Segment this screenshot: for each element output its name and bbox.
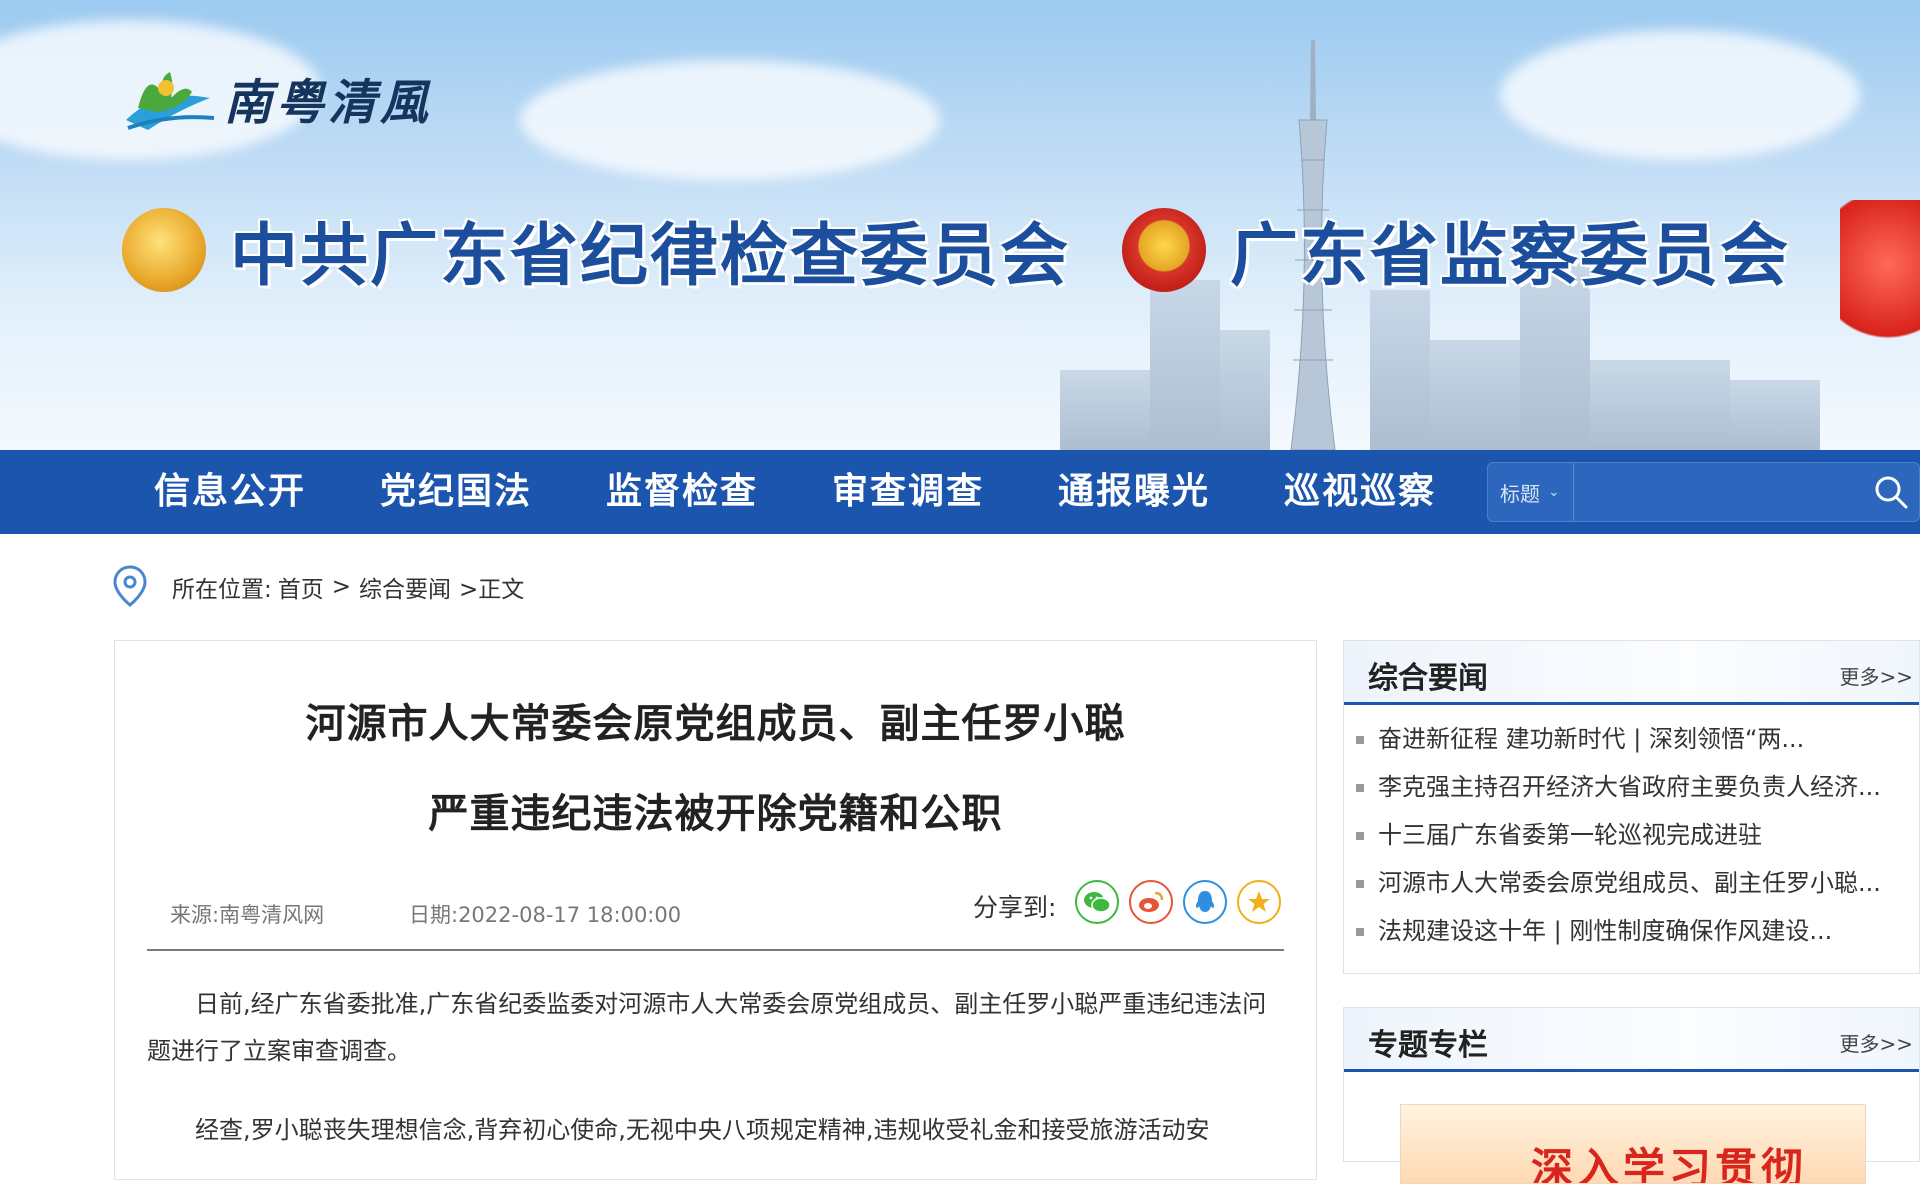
news-item-title: 十三届广东省委第一轮巡视完成进驻 — [1378, 821, 1762, 849]
news-item-title: 李克强主持召开经济大省政府主要负责人经济... — [1378, 773, 1881, 801]
bullet-icon — [1356, 784, 1364, 792]
news-item-title: 法规建设这十年 | 刚性制度确保作风建设... — [1378, 917, 1833, 945]
site-logo[interactable]: 南粤清風 — [118, 58, 432, 138]
bullet-icon — [1356, 928, 1364, 936]
article-title-line-1: 河源市人大常委会原党组成员、副主任罗小聪 — [305, 701, 1126, 747]
kapok-flower-decoration — [1840, 200, 1920, 360]
list-item[interactable]: 十三届广东省委第一轮巡视完成进驻 — [1344, 811, 1904, 859]
article-title-line-2: 严重违纪违法被开除党籍和公职 — [428, 791, 1003, 837]
bullet-icon — [1356, 736, 1364, 744]
panel-title: 专题专栏 — [1368, 1028, 1488, 1063]
qzone-icon — [1248, 891, 1270, 912]
panel-header: 综合要闻 更多>> — [1344, 641, 1919, 705]
article-date: 日期:2022-08-17 18:00:00 — [409, 903, 682, 927]
party-emblem-icon — [122, 207, 206, 292]
search-button[interactable] — [1863, 463, 1919, 521]
site-title-bar: 中共广东省纪律检查委员会 广东省监察委员会 — [122, 200, 1790, 299]
wechat-icon — [1084, 892, 1111, 913]
nav-item-info-disclosure[interactable]: 信息公开 — [154, 450, 306, 534]
bullet-icon — [1356, 880, 1364, 888]
more-link[interactable]: 更多>> — [1839, 1028, 1913, 1057]
panel-header: 专题专栏 更多>> — [1344, 1008, 1919, 1072]
search-select-value: 标题 — [1500, 481, 1540, 506]
cloud-decoration — [520, 60, 940, 180]
nav-item-inspection[interactable]: 巡视巡察 — [1284, 450, 1436, 534]
breadcrumb: 所在位置: 首页 > 综合要闻 >正文 — [112, 564, 524, 610]
list-item[interactable]: 河源市人大常委会原党组成员、副主任罗小聪... — [1344, 859, 1904, 907]
nav-item-supervision[interactable]: 监督检查 — [606, 450, 758, 534]
logo-text: 南粤清風 — [224, 75, 433, 131]
article-paragraph: 日前,经广东省委批准,广东省纪委监委对河源市人大常委会原党组成员、副主任罗小聪严… — [147, 990, 1267, 1065]
article-paragraph: 经查,罗小聪丧失理想信念,背弃初心使命,无视中央八项规定精神,违规收受礼金和接受… — [195, 1116, 1210, 1144]
skyline-building — [1370, 290, 1430, 450]
bullet-icon — [1356, 832, 1364, 840]
share-label: 分享到: — [973, 893, 1057, 922]
more-link[interactable]: 更多>> — [1839, 661, 1913, 690]
special-topic-banner[interactable]: 深入学习贯彻 — [1400, 1104, 1866, 1184]
nav-item-reports[interactable]: 通报曝光 — [1058, 450, 1210, 534]
chevron-down-icon: ⌄ — [1548, 484, 1560, 500]
search-field-select[interactable]: 标题 ⌄ — [1488, 463, 1574, 521]
location-pin-icon — [113, 565, 147, 607]
list-item[interactable]: 法规建设这十年 | 刚性制度确保作风建设... — [1344, 907, 1904, 955]
main-nav: 信息公开 党纪国法 监督检查 审查调查 通报曝光 巡视巡察 标题 ⌄ — [0, 450, 1920, 534]
national-emblem-icon — [1122, 207, 1207, 292]
skyline-building — [1220, 330, 1270, 450]
list-item[interactable]: 奋进新征程 建功新时代 | 深刻领悟“两... — [1344, 715, 1904, 763]
panel-title: 综合要闻 — [1368, 661, 1488, 696]
cloud-decoration — [1500, 30, 1860, 160]
share-qzone-button[interactable] — [1237, 880, 1281, 924]
site-title-right: 广东省监察委员会 — [1230, 217, 1791, 296]
share-qq-button[interactable] — [1183, 880, 1227, 924]
weibo-icon — [1139, 891, 1164, 912]
site-title-left: 中共广东省纪律检查委员会 — [230, 217, 1071, 296]
skyline-building — [1430, 340, 1520, 450]
share-weibo-button[interactable] — [1129, 880, 1173, 924]
news-item-title: 奋进新征程 建功新时代 | 深刻领悟“两... — [1378, 725, 1805, 753]
sidebar-special-panel: 专题专栏 更多>> 深入学习贯彻 — [1343, 1007, 1920, 1184]
skyline-building — [1060, 370, 1150, 450]
special-banner-text: 深入学习贯彻 — [1531, 1144, 1808, 1184]
skyline-building — [1590, 360, 1730, 450]
qq-icon — [1195, 891, 1215, 912]
breadcrumb-section-link[interactable]: 综合要闻 — [359, 570, 451, 604]
share-wechat-button[interactable] — [1075, 880, 1119, 924]
skyline-building — [1730, 380, 1820, 450]
header-banner: 南粤清風 中共广东省纪律检查委员会 广东省监察委员会 — [0, 0, 1920, 450]
breadcrumb-label: 所在位置: — [172, 577, 272, 603]
lotus-logo-icon — [126, 72, 215, 130]
search-icon — [1875, 476, 1908, 509]
breadcrumb-home-link[interactable]: 首页 — [278, 570, 324, 604]
divider — [147, 949, 1284, 951]
skyline-building — [1150, 280, 1220, 450]
nav-item-investigation[interactable]: 审查调查 — [832, 450, 984, 534]
search-box: 标题 ⌄ — [1487, 462, 1920, 522]
breadcrumb-separator: > — [331, 574, 352, 600]
list-item[interactable]: 李克强主持召开经济大省政府主要负责人经济... — [1344, 763, 1904, 811]
news-list: 奋进新征程 建功新时代 | 深刻领悟“两... 李克强主持召开经济大省政府主要负… — [1344, 705, 1919, 955]
nav-item-party-law[interactable]: 党纪国法 — [380, 450, 532, 534]
breadcrumb-current: >正文 — [459, 577, 525, 603]
article-card: 河源市人大常委会原党组成员、副主任罗小聪 严重违纪违法被开除党籍和公职 来源:南… — [114, 640, 1317, 1180]
sidebar-news-panel: 综合要闻 更多>> 奋进新征程 建功新时代 | 深刻领悟“两... 李克强主持召… — [1343, 640, 1920, 974]
search-input[interactable] — [1574, 463, 1863, 521]
news-item-title: 河源市人大常委会原党组成员、副主任罗小聪... — [1378, 869, 1881, 897]
article-source: 来源:南粤清风网 — [170, 903, 325, 927]
